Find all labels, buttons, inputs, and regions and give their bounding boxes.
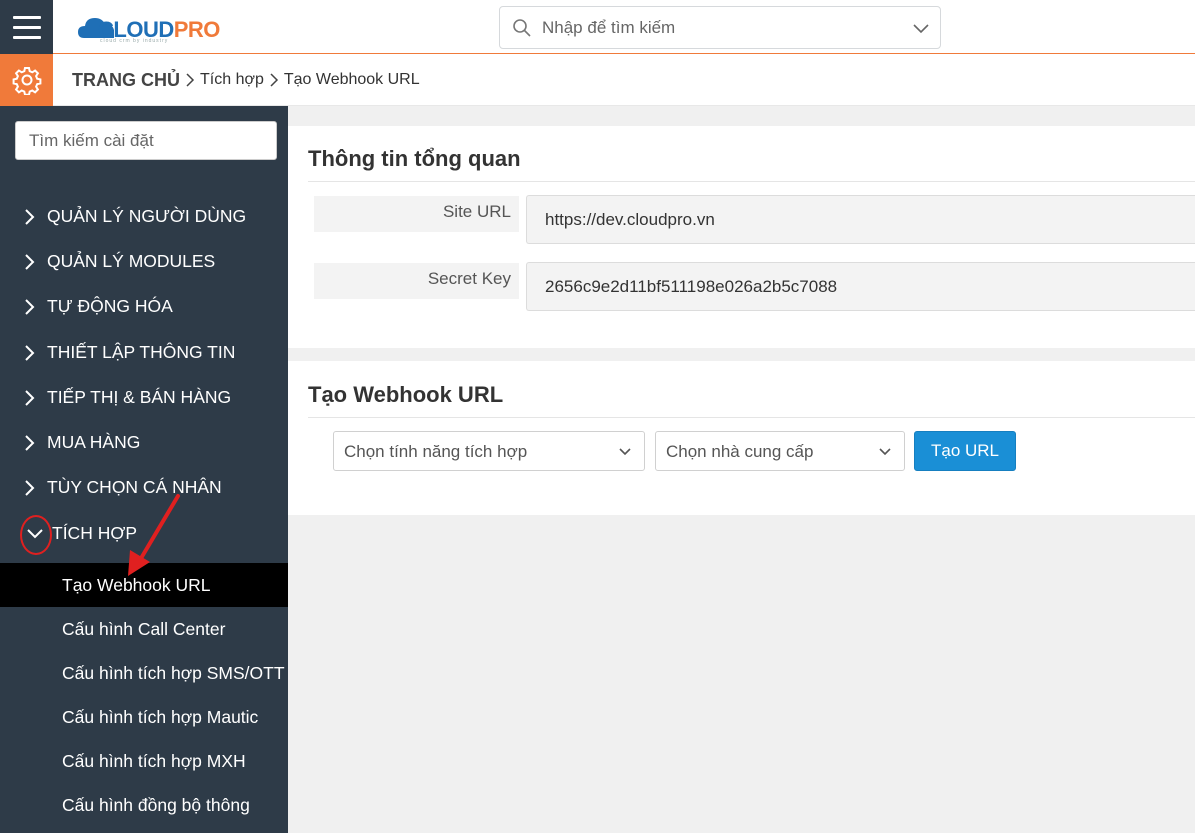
sidebar-item-label: QUẢN LÝ MODULES — [47, 251, 216, 271]
sidebar-item-label: QUẢN LÝ NGƯỜI DÙNG — [47, 206, 247, 226]
sidebar-subitem-label: Cấu hình tích hợp SMS/OTT — [62, 662, 285, 683]
chevron-right-icon — [186, 73, 195, 87]
sidebar-subitem-webhook-url[interactable]: Tạo Webhook URL — [0, 563, 288, 607]
sidebar-item-label: MUA HÀNG — [47, 432, 141, 452]
breadcrumb-item[interactable]: Tích hợp — [200, 71, 264, 89]
sidebar-subitem-call-center[interactable]: Cấu hình Call Center — [0, 607, 288, 651]
sidebar-item-users[interactable]: QUẢN LÝ NGƯỜI DÙNG — [0, 194, 288, 239]
overview-title: Thông tin tổng quan — [308, 146, 521, 171]
hamburger-icon — [12, 15, 41, 19]
settings-button[interactable] — [0, 54, 53, 106]
chevron-down-icon — [619, 448, 631, 456]
settings-sidebar: QUẢN LÝ NGƯỜI DÙNG QUẢN LÝ MODULES TỰ ĐỘ… — [0, 106, 288, 833]
breadcrumb-bar: TRANG CHỦ Tích hợp Tạo Webhook URL — [0, 54, 1195, 106]
chevron-right-icon — [25, 344, 35, 361]
feature-select-value: Chọn tính năng tích hợp — [344, 442, 528, 461]
top-bar: CLOUDPRO cloud crm by industry — [0, 0, 1195, 54]
webhook-title: Tạo Webhook URL — [308, 382, 504, 407]
secret-key-label: Secret Key — [427, 269, 511, 288]
sidebar-subitem-sync[interactable]: Cấu hình đồng bộ thông — [0, 783, 288, 827]
sidebar-item-label: TÙY CHỌN CÁ NHÂN — [47, 477, 222, 497]
global-search-input[interactable] — [542, 17, 902, 38]
provider-select-value: Chọn nhà cung cấp — [666, 442, 814, 461]
sidebar-item-label: TIẾP THỊ & BÁN HÀNG — [47, 387, 232, 407]
secret-key-value: 2656c9e2d11bf511198e026a2b5c7088 — [545, 277, 838, 296]
secret-key-field[interactable]: 2656c9e2d11bf511198e026a2b5c7088 — [526, 262, 1195, 311]
chevron-right-icon — [270, 73, 278, 87]
chevron-right-icon — [25, 208, 35, 225]
chevron-right-icon — [25, 389, 35, 406]
settings-search-input[interactable] — [16, 122, 276, 159]
sidebar-item-marketing-sales[interactable]: TIẾP THỊ & BÁN HÀNG — [0, 375, 288, 420]
sidebar-item-label: TÍCH HỢP — [52, 523, 138, 543]
sidebar-item-info-setup[interactable]: THIẾT LẬP THÔNG TIN — [0, 330, 288, 375]
sidebar-subitem-mautic[interactable]: Cấu hình tích hợp Mautic — [0, 695, 288, 739]
overview-panel: Thông tin tổng quan Site URL https://dev… — [288, 126, 1195, 348]
sidebar-subitem-label: Cấu hình đồng bộ thông — [62, 794, 250, 815]
divider — [308, 181, 1195, 182]
sidebar-item-label: THIẾT LẬP THÔNG TIN — [47, 342, 236, 362]
chevron-right-icon — [25, 298, 35, 315]
site-url-label-box: Site URL — [314, 196, 519, 232]
chevron-right-icon — [25, 434, 35, 451]
sidebar-item-purchasing[interactable]: MUA HÀNG — [0, 420, 288, 465]
global-search[interactable] — [499, 6, 941, 49]
site-url-label: Site URL — [442, 202, 511, 221]
site-url-value: https://dev.cloudpro.vn — [545, 210, 715, 229]
sidebar-subitem-social[interactable]: Cấu hình tích hợp MXH — [0, 739, 288, 783]
breadcrumb-home[interactable]: TRANG CHỦ — [72, 70, 180, 91]
gear-icon — [12, 67, 41, 95]
create-url-button[interactable]: Tạo URL — [914, 431, 1016, 471]
feature-select[interactable]: Chọn tính năng tích hợp — [333, 431, 645, 471]
sidebar-subitem-sms-ott[interactable]: Cấu hình tích hợp SMS/OTT — [0, 651, 288, 695]
sidebar-item-modules[interactable]: QUẢN LÝ MODULES — [0, 239, 288, 284]
site-url-field[interactable]: https://dev.cloudpro.vn — [526, 195, 1195, 244]
sidebar-item-integration[interactable]: TÍCH HỢP — [0, 511, 288, 556]
chevron-right-icon — [25, 253, 35, 270]
breadcrumb-current: Tạo Webhook URL — [283, 71, 420, 88]
sidebar-item-personal-options[interactable]: TÙY CHỌN CÁ NHÂN — [0, 465, 288, 510]
cloudpro-logo[interactable]: CLOUDPRO cloud crm by industry — [76, 8, 226, 46]
settings-search[interactable] — [15, 121, 277, 160]
chevron-right-icon — [25, 479, 35, 496]
chevron-down-icon — [879, 448, 891, 456]
sidebar-item-label: TỰ ĐỘNG HÓA — [47, 296, 173, 316]
sidebar-subitem-label: Cấu hình tích hợp Mautic — [62, 706, 259, 727]
sidebar-subitem-label: Cấu hình tích hợp MXH — [62, 750, 246, 771]
provider-select[interactable]: Chọn nhà cung cấp — [655, 431, 905, 471]
breadcrumb: TRANG CHỦ Tích hợp Tạo Webhook URL — [72, 54, 420, 106]
search-icon — [513, 18, 531, 37]
logo-tagline: cloud crm by industry — [100, 38, 169, 44]
chevron-down-icon — [27, 528, 43, 538]
sidebar-item-automation[interactable]: TỰ ĐỘNG HÓA — [0, 284, 288, 329]
secret-key-label-box: Secret Key — [314, 263, 519, 299]
chevron-down-icon[interactable] — [912, 19, 930, 37]
menu-toggle-button[interactable] — [0, 0, 53, 54]
divider — [308, 417, 1195, 418]
main-content: Thông tin tổng quan Site URL https://dev… — [288, 106, 1195, 833]
sidebar-subitem-label: Tạo Webhook URL — [62, 574, 211, 595]
sidebar-subitem-label: Cấu hình Call Center — [62, 618, 226, 639]
